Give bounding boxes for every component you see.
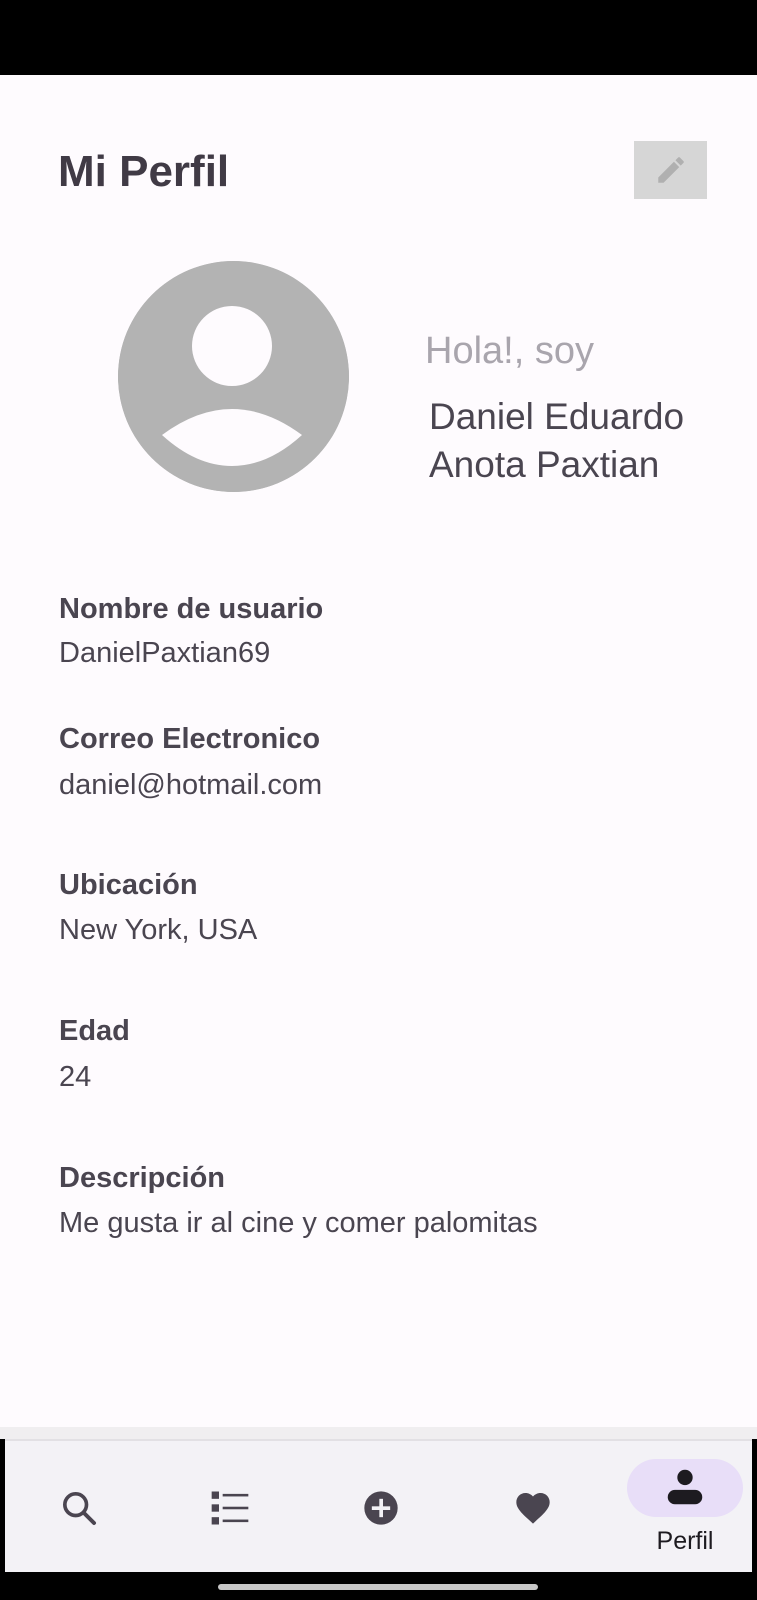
- screen: Mi Perfil Hola!, soy Daniel Eduardo Anot…: [0, 0, 757, 1600]
- nav-item-profile[interactable]: Perfil: [621, 1441, 749, 1574]
- greeting-text: Hola!, soy: [425, 330, 594, 372]
- status-bar: [0, 0, 757, 75]
- nav-active-indicator: [627, 1459, 743, 1517]
- page-title: Mi Perfil: [58, 147, 230, 196]
- edit-profile-button[interactable]: [634, 141, 707, 199]
- full-name: Daniel Eduardo Anota Paxtian: [429, 393, 739, 489]
- age-value: 24: [59, 1061, 92, 1093]
- location-label: Ubicación: [59, 869, 198, 901]
- person-icon: [667, 1469, 703, 1505]
- profile-screen: Mi Perfil Hola!, soy Daniel Eduardo Anot…: [0, 75, 757, 1427]
- avatar: [118, 261, 349, 492]
- full-name-line1: Daniel Eduardo: [429, 396, 685, 437]
- email-label: Correo Electronico: [59, 723, 321, 755]
- list-icon: [211, 1491, 249, 1524]
- person-placeholder-icon: [118, 261, 349, 492]
- nav-item-add[interactable]: [321, 1441, 441, 1574]
- location-value: New York, USA: [59, 914, 258, 946]
- heart-icon: [516, 1492, 550, 1524]
- description-value: Me gusta ir al cine y comer palomitas: [59, 1207, 538, 1239]
- username-label: Nombre de usuario: [59, 593, 324, 625]
- full-name-line2: Anota Paxtian: [429, 444, 660, 485]
- nav-divider: [0, 1427, 757, 1439]
- pencil-icon: [657, 157, 684, 183]
- email-value: daniel@hotmail.com: [59, 769, 323, 801]
- age-label: Edad: [59, 1015, 130, 1047]
- nav-item-search[interactable]: [19, 1441, 139, 1574]
- description-label: Descripción: [59, 1162, 225, 1194]
- bottom-navigation: Perfil: [5, 1439, 752, 1572]
- add-circle-icon: [364, 1490, 398, 1525]
- nav-item-favorites[interactable]: [473, 1441, 593, 1574]
- nav-label-profile: Perfil: [656, 1527, 714, 1555]
- home-indicator[interactable]: [218, 1584, 538, 1590]
- username-value: DanielPaxtian69: [59, 637, 271, 669]
- search-icon: [63, 1491, 96, 1525]
- nav-item-list[interactable]: [170, 1441, 290, 1574]
